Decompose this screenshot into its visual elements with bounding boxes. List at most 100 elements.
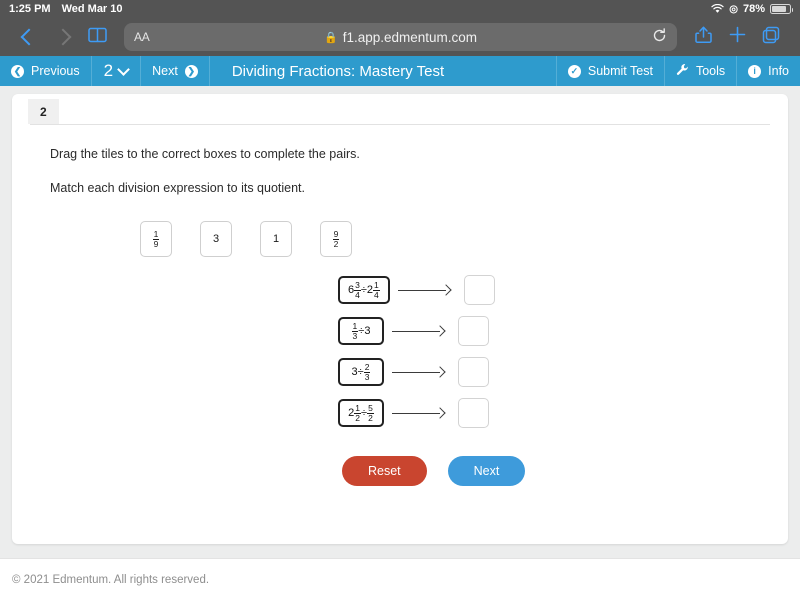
tile-whole-number: 3	[212, 233, 220, 245]
expression-box: 2 1 2 ÷ 5 2	[338, 399, 384, 427]
info-button[interactable]: i Info	[737, 56, 800, 86]
address-bar[interactable]: AA 🔒 f1.app.edmentum.com	[124, 23, 677, 51]
fraction-denominator: 2	[354, 412, 362, 423]
mixed-fraction: 1 3	[351, 320, 359, 341]
match-row: 3 ÷ 2 3	[338, 357, 788, 387]
fraction-denominator: 9	[152, 238, 160, 249]
chevron-left-icon	[20, 28, 38, 46]
tabs-icon	[762, 26, 780, 49]
fraction-denominator: 4	[354, 289, 361, 300]
address-bar-url-group: 🔒 f1.app.edmentum.com	[124, 30, 677, 45]
status-bar-left: 1:25 PM Wed Mar 10	[9, 3, 123, 15]
tile-fraction: 1 9	[152, 228, 160, 249]
ipad-safari-window: 1:25 PM Wed Mar 10 ◎ 78% AA 🔒 f1.app.edm…	[0, 0, 800, 600]
arrow-right-icon	[392, 407, 450, 419]
bookmarks-button[interactable]	[80, 20, 114, 54]
question-instruction: Drag the tiles to the correct boxes to c…	[50, 147, 360, 161]
next-label: Next	[152, 64, 178, 78]
fraction-numerator: 3	[355, 279, 360, 290]
page-footer: © 2021 Edmentum. All rights reserved.	[0, 558, 800, 600]
plus-icon	[729, 26, 746, 48]
battery-icon	[770, 4, 793, 14]
arrow-right-icon	[397, 284, 456, 296]
answer-tile-bank: 1 9 3 1 9 2	[140, 221, 788, 257]
copyright-text: © 2021 Edmentum. All rights reserved.	[12, 573, 210, 586]
fraction-numerator: 1	[355, 402, 361, 413]
back-button[interactable]	[12, 20, 46, 54]
arrow-right-circle-icon: ❯	[184, 64, 198, 78]
fraction-numerator: 1	[153, 228, 159, 239]
submit-test-label: Submit Test	[587, 64, 653, 78]
current-page-number: 2	[103, 61, 114, 80]
fraction-numerator: 5	[368, 402, 373, 413]
drop-target[interactable]	[458, 357, 489, 387]
status-bar-time: 1:25 PM	[9, 3, 51, 15]
fraction-denominator: 3	[363, 371, 371, 382]
tools-label: Tools	[695, 64, 726, 78]
assessment-page-body: 2 Drag the tiles to the correct boxes to…	[0, 86, 800, 598]
expression-box: 3 ÷ 2 3	[338, 358, 384, 386]
expression-box: 1 3 ÷ 3	[338, 317, 384, 345]
question-card: 2 Drag the tiles to the correct boxes to…	[12, 94, 788, 544]
question-task: Match each division expression to its qu…	[50, 181, 305, 195]
match-pair-list: 6 3 4 ÷ 2 1 4 1 3 ÷ 3 3 ÷ 2 3 2 1 2 ÷ 5 …	[12, 275, 788, 428]
status-bar-right: ◎ 78%	[711, 3, 793, 15]
mixed-fraction: 2 3	[363, 363, 371, 382]
url-text: f1.app.edmentum.com	[342, 29, 478, 45]
fraction-denominator: 2	[367, 412, 374, 423]
mixed-fraction: 1 4	[373, 281, 380, 300]
drop-target[interactable]	[463, 275, 495, 305]
fraction-numerator: 9	[333, 228, 339, 239]
arrow-left-circle-icon: ❮	[11, 64, 24, 78]
tile-whole-number: 1	[272, 233, 280, 245]
mixed-fraction: 1 2	[354, 402, 362, 423]
assessment-toolbar: ❮ Previous 2 Next ❯ Dividing Fractions: …	[0, 56, 800, 86]
fraction-denominator: 2	[332, 238, 340, 249]
info-circle-icon: i	[748, 64, 762, 78]
arrow-right-icon	[392, 366, 450, 378]
arrow-right-icon	[392, 325, 450, 337]
fraction-denominator: 3	[351, 330, 359, 341]
lock-icon: 🔒	[323, 31, 338, 44]
fraction-numerator: 1	[374, 279, 379, 290]
battery-percent-label: 78%	[742, 3, 765, 15]
info-label: Info	[768, 64, 789, 78]
expression-box: 6 3 4 ÷ 2 1 4	[338, 276, 390, 304]
share-button[interactable]	[686, 20, 720, 54]
answer-tile[interactable]: 3	[200, 221, 232, 257]
match-row: 2 1 2 ÷ 5 2	[338, 398, 788, 428]
reload-button[interactable]	[652, 28, 667, 46]
forward-button[interactable]	[46, 20, 80, 54]
mixed-fraction: 3 4	[354, 281, 361, 300]
answer-tile[interactable]: 9 2	[320, 221, 352, 257]
fraction-numerator: 1	[352, 320, 358, 331]
wrench-icon	[676, 63, 689, 79]
previous-label: Previous	[31, 64, 80, 78]
assessment-title: Dividing Fractions: Mastery Test	[210, 56, 557, 86]
fraction-denominator: 4	[373, 289, 380, 300]
next-question-button[interactable]: Next ❯	[141, 56, 210, 86]
reset-button[interactable]: Reset	[342, 456, 427, 486]
drop-target[interactable]	[458, 398, 489, 428]
location-icon: ◎	[729, 3, 738, 15]
card-divider	[30, 124, 770, 125]
share-icon	[694, 25, 712, 49]
answer-tile[interactable]: 1	[260, 221, 292, 257]
drop-target[interactable]	[458, 316, 489, 346]
wifi-icon	[711, 3, 724, 14]
mixed-fraction: 5 2	[367, 404, 374, 423]
match-row: 1 3 ÷ 3	[338, 316, 788, 346]
check-circle-icon: ✓	[567, 64, 581, 78]
show-tabs-button[interactable]	[754, 20, 788, 54]
next-button[interactable]: Next	[447, 456, 526, 486]
safari-toolbar: AA 🔒 f1.app.edmentum.com	[0, 18, 800, 56]
answer-tile[interactable]: 1 9	[140, 221, 172, 257]
submit-test-button[interactable]: ✓ Submit Test	[557, 56, 665, 86]
status-bar-date: Wed Mar 10	[61, 3, 123, 15]
previous-question-button[interactable]: ❮ Previous	[0, 56, 92, 86]
question-actions: Reset Next	[342, 456, 788, 486]
tools-button[interactable]: Tools	[665, 56, 738, 86]
question-number-dropdown[interactable]: 2	[92, 56, 142, 86]
text-size-button[interactable]: AA	[134, 30, 150, 44]
new-tab-button[interactable]	[720, 20, 754, 54]
